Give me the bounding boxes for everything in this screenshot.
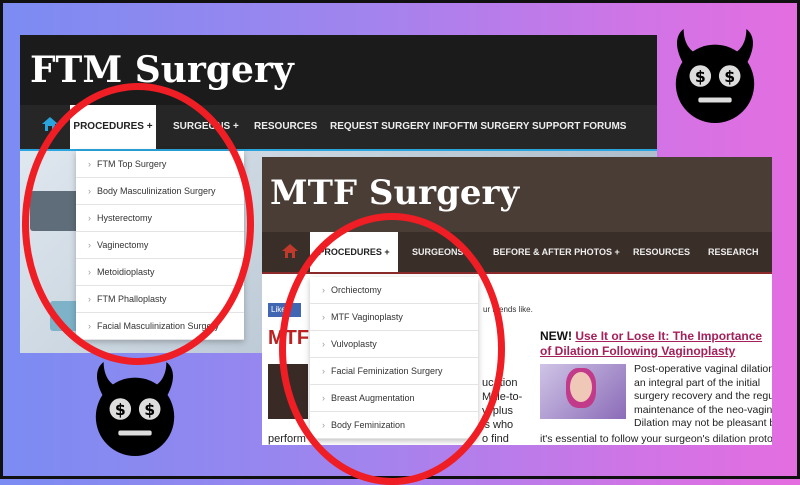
dropdown-item[interactable]: › FTM Phalloplasty — [76, 286, 244, 313]
article-link-line-2[interactable]: of Dilation Following Vaginoplasty — [540, 344, 735, 358]
hero-equipment — [30, 191, 80, 231]
svg-text:$: $ — [144, 400, 155, 419]
chevron-right-icon: › — [88, 294, 91, 304]
svg-text:$: $ — [115, 400, 126, 419]
chevron-right-icon: › — [322, 285, 325, 295]
svg-text:$: $ — [695, 67, 706, 86]
text-snippet: ls who — [482, 419, 514, 431]
chevron-right-icon: › — [322, 312, 325, 322]
mtf-nav-resources[interactable]: RESOURCES — [633, 232, 690, 272]
chevron-right-icon: › — [88, 186, 91, 196]
dropdown-item[interactable]: › Vulvoplasty — [310, 331, 478, 358]
mtf-site-title[interactable]: MTF Surgery — [262, 157, 772, 232]
text-snippet: o find — [482, 433, 509, 445]
video-thumbnail[interactable] — [540, 364, 626, 419]
article-excerpt-last-line: it's essential to follow your surgeon's … — [540, 433, 772, 445]
text-snippet: y, plus — [482, 405, 513, 417]
dropdown-item[interactable]: › Facial Feminization Surgery — [310, 358, 478, 385]
ftm-navbar: PROCEDURES + SURGEONS + RESOURCES REQUES… — [20, 105, 657, 151]
dropdown-item[interactable]: › Metoidioplasty — [76, 259, 244, 286]
chevron-right-icon: › — [88, 159, 91, 169]
new-label: NEW! — [540, 329, 572, 343]
article-link-line-1[interactable]: Use It or Lose It: The Importance — [575, 329, 762, 343]
mtf-nav-research[interactable]: RESEARCH — [708, 232, 759, 272]
dropdown-item[interactable]: › Body Masculinization Surgery — [76, 178, 244, 205]
devil-emoji-icon: $ $ — [95, 361, 175, 457]
chevron-right-icon: › — [322, 420, 325, 430]
dropdown-item[interactable]: › FTM Top Surgery — [76, 151, 244, 178]
chevron-right-icon: › — [88, 213, 91, 223]
dropdown-item[interactable]: › Vaginectomy — [76, 232, 244, 259]
person-face — [570, 372, 592, 402]
mtf-nav-surgeons[interactable]: SURGEONS + — [412, 232, 471, 272]
chevron-right-icon: › — [88, 267, 91, 277]
dropdown-item[interactable]: › Hysterectomy — [76, 205, 244, 232]
chevron-right-icon: › — [88, 240, 91, 250]
facebook-like-button[interactable]: Like — [268, 303, 301, 317]
facebook-like-text: ur friends like. — [483, 305, 533, 314]
article-excerpt: Post-operative vaginal dilation an integ… — [634, 363, 772, 429]
ftm-nav-resources[interactable]: RESOURCES — [254, 105, 317, 149]
chevron-right-icon: › — [322, 393, 325, 403]
mtf-site-screenshot: MTF Surgery PROCEDURES + SURGEONS + BEFO… — [262, 157, 772, 445]
text-snippet: ucation — [482, 377, 518, 389]
featured-article-title[interactable]: NEW! Use It or Lose It: The Importance o… — [540, 329, 772, 359]
text-snippet: Male-to- — [482, 391, 523, 403]
mtf-nav-procedures[interactable]: PROCEDURES + — [310, 232, 398, 272]
ftm-nav-request-info[interactable]: REQUEST SURGERY INFO — [330, 105, 457, 149]
chevron-right-icon: › — [322, 366, 325, 376]
svg-text:$: $ — [724, 67, 735, 86]
dropdown-item[interactable]: › Body Feminization — [310, 412, 478, 439]
article-thumbnail[interactable] — [268, 364, 308, 419]
devil-emoji-icon: $ $ — [675, 28, 755, 124]
dropdown-item[interactable]: › MTF Vaginoplasty — [310, 304, 478, 331]
chevron-right-icon: › — [322, 339, 325, 349]
mtf-navbar: PROCEDURES + SURGEONS + BEFORE & AFTER P… — [262, 232, 772, 274]
ftm-nav-support-forums[interactable]: FTM SURGERY SUPPORT FORUMS — [457, 105, 626, 149]
home-icon[interactable] — [42, 117, 58, 131]
text-snippet: perform — [268, 433, 306, 445]
ftm-nav-procedures[interactable]: PROCEDURES + — [70, 105, 156, 149]
dropdown-item[interactable]: › Facial Masculinization Surgery — [76, 313, 244, 340]
home-icon[interactable] — [282, 244, 298, 258]
dropdown-item[interactable]: › Orchiectomy — [310, 277, 478, 304]
ftm-site-title[interactable]: FTM Surgery — [20, 35, 657, 105]
mtf-procedures-dropdown: › Orchiectomy › MTF Vaginoplasty › Vulvopla… — [310, 277, 478, 439]
mtf-nav-before-after[interactable]: BEFORE & AFTER PHOTOS + — [493, 232, 620, 272]
ftm-nav-surgeons[interactable]: SURGEONS + — [173, 105, 239, 149]
page-heading: MTF — [268, 327, 310, 349]
ftm-procedures-dropdown: › FTM Top Surgery › Body Masculinization S… — [76, 151, 244, 340]
chevron-right-icon: › — [88, 321, 91, 331]
dropdown-item[interactable]: › Breast Augmentation — [310, 385, 478, 412]
